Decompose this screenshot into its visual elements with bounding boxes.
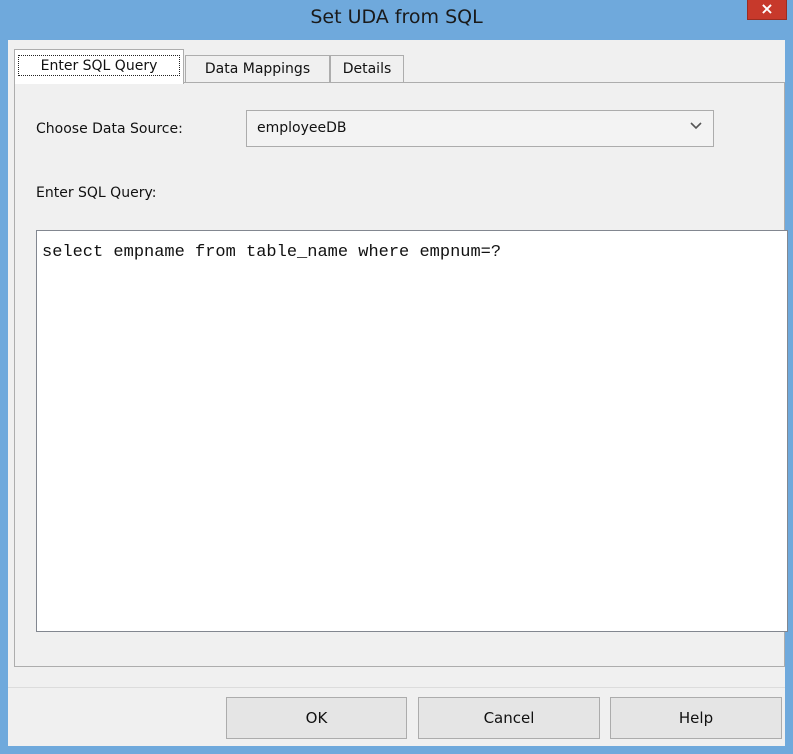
title-bar[interactable]: Set UDA from SQL × (0, 0, 793, 40)
cancel-button[interactable]: Cancel (418, 697, 600, 739)
ok-button[interactable]: OK (226, 697, 407, 739)
tab-enter-sql-query[interactable]: Enter SQL Query (14, 49, 184, 84)
close-icon: × (760, 0, 774, 18)
data-source-label: Choose Data Source: (36, 121, 183, 137)
tab-details[interactable]: Details (330, 55, 404, 83)
help-button[interactable]: Help (610, 697, 782, 739)
close-button[interactable]: × (747, 0, 787, 20)
footer-divider (8, 687, 785, 688)
data-source-value: employeeDB (257, 120, 347, 136)
tab-label: Enter SQL Query (18, 55, 180, 76)
dialog-window: Set UDA from SQL × Enter SQL Query Data … (0, 0, 793, 754)
chevron-down-icon (689, 119, 703, 137)
sql-query-text: select empname from table_name where emp… (42, 243, 502, 262)
tab-data-mappings[interactable]: Data Mappings (185, 55, 330, 83)
data-source-dropdown[interactable]: employeeDB (246, 110, 714, 147)
window-title: Set UDA from SQL (310, 6, 483, 28)
sql-query-textarea[interactable]: select empname from table_name where emp… (36, 230, 788, 632)
sql-query-label: Enter SQL Query: (36, 185, 157, 201)
